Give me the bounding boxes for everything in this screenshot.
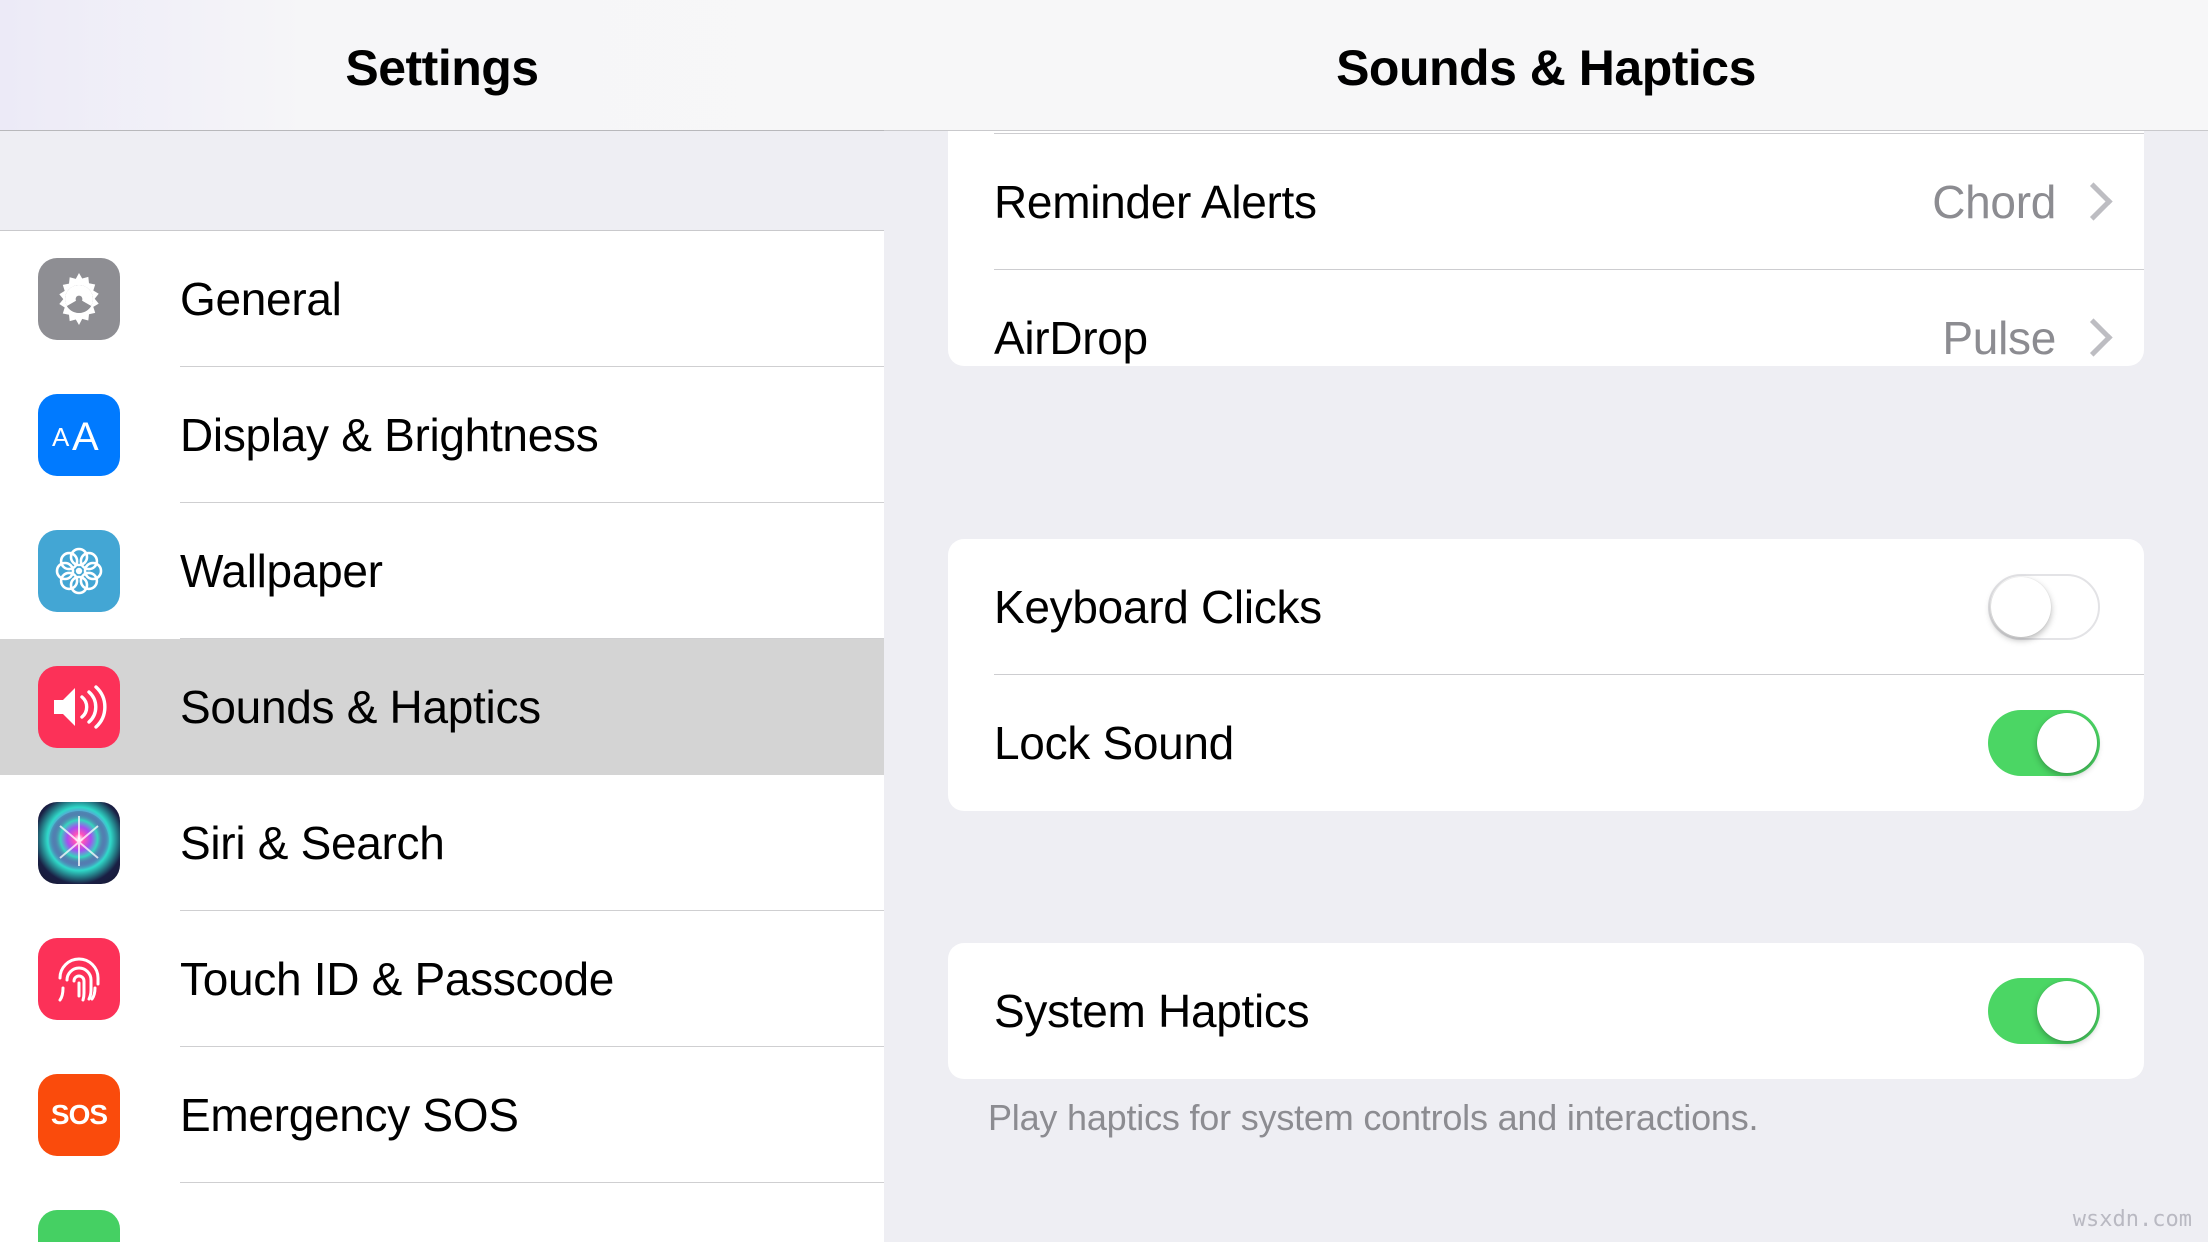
- keyboard-clicks-toggle[interactable]: [1988, 574, 2100, 640]
- row-label: System Haptics: [994, 985, 1310, 1037]
- sidebar-item-touchid-passcode[interactable]: Touch ID & Passcode: [0, 911, 884, 1047]
- sidebar-item-label: Wallpaper: [180, 545, 383, 597]
- system-haptics-card: System Haptics: [948, 943, 2144, 1079]
- watermark: wsxdn.com: [2072, 1207, 2192, 1232]
- svg-text:A: A: [52, 422, 70, 452]
- sos-icon: SOS: [38, 1074, 120, 1156]
- detail-header: Sounds & Haptics: [884, 0, 2208, 131]
- detail-scroll-area[interactable]: Calendar Alerts Vibrate Only Reminder Al…: [884, 0, 2208, 1242]
- system-haptics-footnote: Play haptics for system controls and int…: [988, 1097, 1759, 1138]
- sidebar-item-label: General: [180, 273, 342, 325]
- sidebar-list: General A A Display & Brightness Wallpap…: [0, 231, 884, 1242]
- sidebar-item-partial[interactable]: [0, 1183, 884, 1242]
- row-accessory: Chord: [1932, 175, 2100, 229]
- text-size-icon: A A: [38, 394, 120, 476]
- row-value: Pulse: [1942, 312, 2056, 364]
- row-keyboard-clicks[interactable]: Keyboard Clicks: [948, 539, 2144, 675]
- row-label: Keyboard Clicks: [994, 581, 1322, 633]
- row-system-haptics[interactable]: System Haptics: [948, 943, 2144, 1079]
- gear-icon: [38, 258, 120, 340]
- sidebar-header: Settings: [0, 0, 884, 131]
- toggle-knob: [2037, 981, 2097, 1041]
- sidebar-item-siri-search[interactable]: Siri & Search: [0, 775, 884, 911]
- sidebar-item-label: Siri & Search: [180, 817, 445, 869]
- row-reminder-alerts[interactable]: Reminder Alerts Chord: [948, 134, 2144, 270]
- sidebar-item-emergency-sos[interactable]: SOS Emergency SOS: [0, 1047, 884, 1183]
- sos-icon-text: SOS: [50, 1099, 108, 1130]
- toggle-knob: [1991, 577, 2051, 637]
- system-haptics-toggle[interactable]: [1988, 978, 2100, 1044]
- row-accessory: Pulse: [1942, 311, 2100, 365]
- chevron-right-icon: [2078, 183, 2100, 221]
- chevron-right-icon: [2078, 319, 2100, 357]
- sidebar-item-display-brightness[interactable]: A A Display & Brightness: [0, 367, 884, 503]
- sidebar-item-label: Sounds & Haptics: [180, 681, 541, 733]
- settings-sidebar: Settings General A A Display & Brightnes…: [0, 0, 884, 1242]
- sidebar-item-label: Display & Brightness: [180, 409, 599, 461]
- siri-orb-icon: [38, 802, 120, 884]
- row-label: Reminder Alerts: [994, 176, 1317, 228]
- ipad-settings-screen: Settings General A A Display & Brightnes…: [0, 0, 2208, 1242]
- sounds-haptics-detail-panel: Calendar Alerts Vibrate Only Reminder Al…: [884, 0, 2208, 1242]
- sidebar-title: Settings: [345, 40, 539, 96]
- row-lock-sound[interactable]: Lock Sound: [948, 675, 2144, 811]
- speaker-waves-icon: [38, 666, 120, 748]
- sidebar-top-spacer: [0, 131, 884, 231]
- flower-rosette-icon: [38, 530, 120, 612]
- row-value: Chord: [1932, 176, 2056, 228]
- sound-toggles-card: Keyboard Clicks Lock Sound: [948, 539, 2144, 811]
- sidebar-item-sounds-haptics[interactable]: Sounds & Haptics: [0, 639, 884, 775]
- toggle-knob: [2037, 713, 2097, 773]
- fingerprint-icon: [38, 938, 120, 1020]
- detail-title: Sounds & Haptics: [1336, 40, 1756, 96]
- sidebar-item-label: Emergency SOS: [180, 1089, 519, 1141]
- sidebar-item-label: Touch ID & Passcode: [180, 953, 615, 1005]
- row-label: Lock Sound: [994, 717, 1234, 769]
- sidebar-item-general[interactable]: General: [0, 231, 884, 367]
- lock-sound-toggle[interactable]: [1988, 710, 2100, 776]
- sidebar-item-wallpaper[interactable]: Wallpaper: [0, 503, 884, 639]
- svg-text:A: A: [72, 415, 99, 458]
- green-app-icon: [38, 1210, 120, 1242]
- row-airdrop[interactable]: AirDrop Pulse: [948, 270, 2144, 406]
- row-label: AirDrop: [994, 312, 1148, 364]
